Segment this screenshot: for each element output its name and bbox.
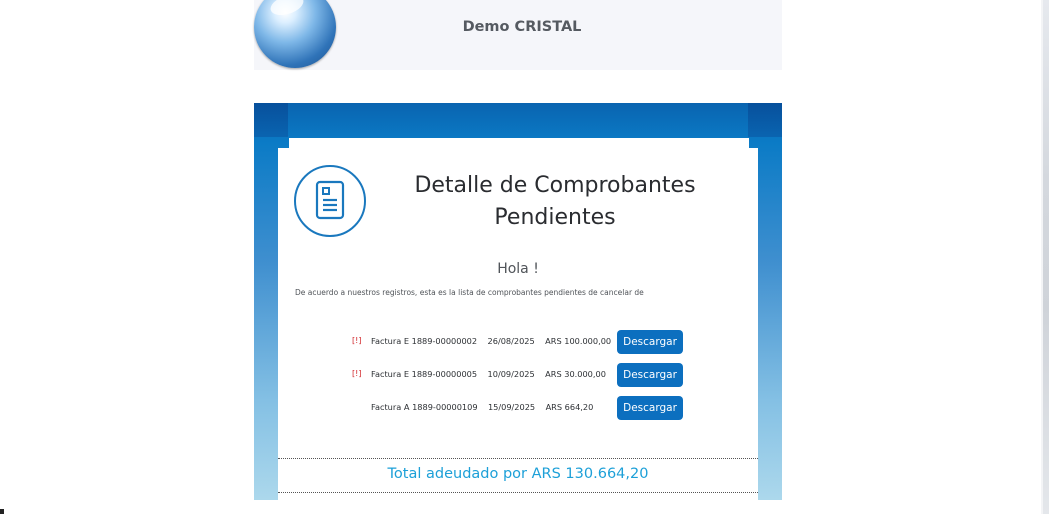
- invoice-amount: ARS 664,20: [545, 402, 594, 412]
- invoice-details: Factura A 1889-00000109 15/09/2025 ARS 6…: [371, 402, 593, 412]
- document-icon-glyph: [315, 180, 345, 220]
- invoice-number: Factura A 1889-00000109: [371, 402, 478, 412]
- download-button[interactable]: Descargar: [617, 330, 683, 354]
- intro-text: De acuerdo a nuestros registros, esta es…: [295, 288, 644, 297]
- warning-marker: [!]: [352, 336, 362, 345]
- invoice-details: Factura E 1889-00000002 26/08/2025 ARS 1…: [371, 336, 611, 346]
- invoice-number: Factura E 1889-00000005: [371, 369, 478, 379]
- title-line-2: Pendientes: [494, 205, 616, 230]
- document-icon: [294, 165, 366, 237]
- invoice-amount: ARS 100.000,00: [545, 336, 612, 346]
- total-divider-bottom: [278, 492, 758, 493]
- total-due: Total adeudado por ARS 130.664,20: [387, 466, 649, 482]
- page-right-edge-highlight: [1041, 0, 1043, 514]
- invoice-date: 15/09/2025: [487, 402, 536, 412]
- invoice-date: 26/08/2025: [487, 336, 535, 346]
- total-divider-top: [278, 458, 758, 459]
- warning-marker: [!]: [352, 369, 362, 378]
- content-card: Detalle de Comprobantes Pendientes Hola …: [278, 148, 758, 500]
- invoice-number: Factura E 1889-00000002: [371, 336, 478, 346]
- download-button[interactable]: Descargar: [617, 396, 683, 420]
- banner-corner-left: [254, 103, 288, 137]
- invoice-details: Factura E 1889-00000005 10/09/2025 ARS 3…: [371, 369, 606, 379]
- invoice-date: 10/09/2025: [487, 369, 535, 379]
- download-button[interactable]: Descargar: [617, 363, 683, 387]
- invoice-amount: ARS 30.000,00: [545, 369, 606, 379]
- page-title: Detalle de Comprobantes Pendientes: [398, 170, 712, 234]
- cursor-fragment: [0, 509, 4, 514]
- greeting: Hola !: [497, 261, 539, 277]
- email-header: Demo CRISTAL: [254, 0, 782, 70]
- brand-name: Demo CRISTAL: [462, 19, 582, 35]
- title-line-1: Detalle de Comprobantes: [414, 173, 696, 198]
- logo-shine: [268, 0, 306, 19]
- banner-corner-right: [748, 103, 782, 137]
